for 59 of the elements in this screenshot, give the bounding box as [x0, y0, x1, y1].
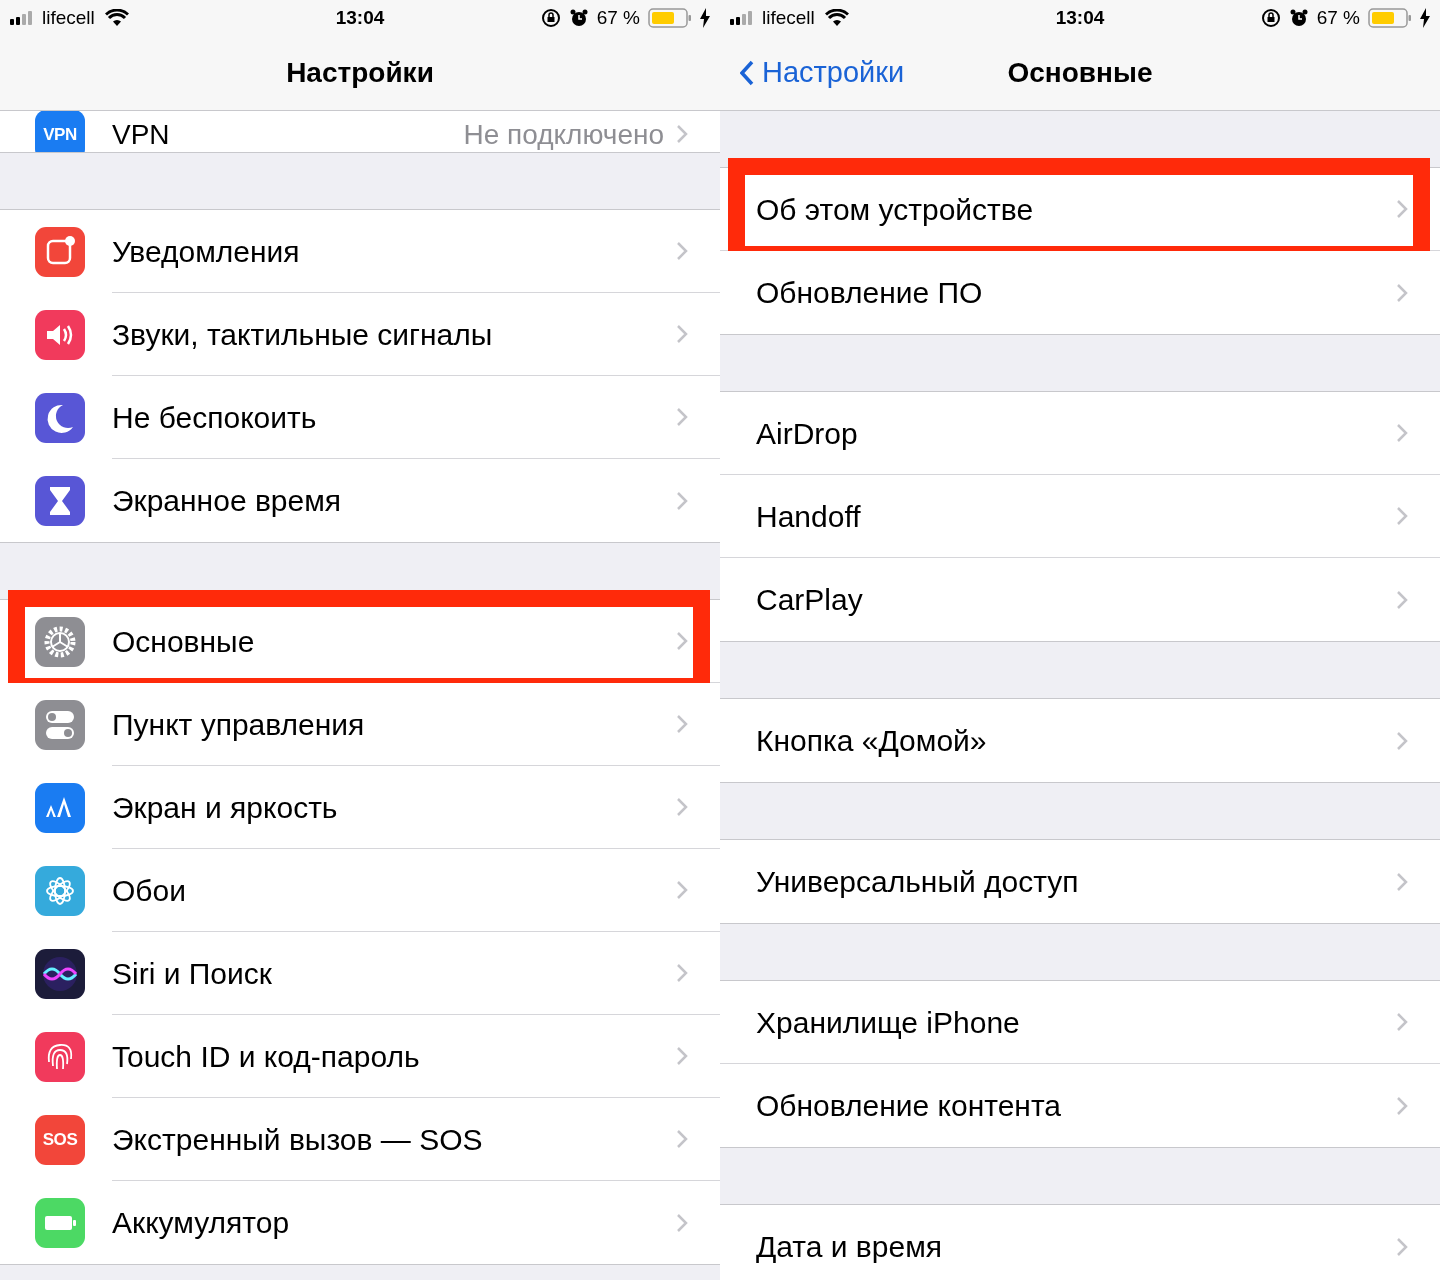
battery-icon	[1368, 8, 1412, 28]
hourglass-icon	[35, 475, 85, 526]
gear-icon	[35, 616, 85, 667]
rotation-lock-icon	[1260, 8, 1281, 28]
chevron-icon	[1396, 871, 1408, 892]
charging-icon	[1420, 8, 1430, 28]
screen-title: Основные	[1007, 56, 1153, 90]
moon-icon	[35, 392, 85, 443]
chevron-icon	[1396, 1236, 1408, 1257]
sos-icon: SOS	[35, 1114, 85, 1165]
battery-percent: 67 %	[1316, 5, 1360, 30]
chevron-icon	[676, 1129, 688, 1149]
chevron-icon	[676, 490, 688, 511]
carrier-name: lifecell	[42, 5, 95, 30]
chevron-icon	[676, 631, 688, 651]
chevron-icon	[676, 407, 688, 427]
chevron-icon	[1396, 1095, 1408, 1116]
flower-icon	[35, 865, 85, 916]
chevron-icon	[676, 1046, 688, 1066]
alarm-icon	[568, 8, 589, 28]
chevron-icon	[676, 963, 688, 983]
chevron-icon	[676, 124, 688, 144]
back-button[interactable]: Настройки	[740, 36, 905, 110]
rotation-lock-icon	[540, 8, 561, 28]
chevron-icon	[676, 797, 688, 817]
screen-title: Настройки	[286, 56, 434, 90]
chevron-icon	[676, 324, 688, 344]
chevron-icon	[1396, 423, 1408, 443]
charging-icon	[700, 8, 710, 28]
settings-item[interactable]: VPN	[112, 118, 464, 152]
wifi-icon	[104, 9, 129, 27]
battery-icon	[648, 8, 692, 28]
settings-item[interactable]: Экстренный вызов — SOS	[112, 1116, 676, 1162]
back-chevron-icon	[740, 60, 754, 86]
status-time: 13:04	[335, 5, 385, 30]
chevron-icon	[1396, 282, 1408, 303]
chevron-icon	[1396, 1012, 1408, 1032]
chevron-icon	[1396, 199, 1408, 219]
display-icon	[35, 782, 85, 833]
status-time: 13:04	[1055, 5, 1105, 30]
chevron-icon	[676, 880, 688, 900]
battery-percent: 67 %	[596, 5, 640, 30]
chevron-icon	[676, 1212, 688, 1233]
wifi-icon	[824, 9, 849, 27]
chevron-icon	[676, 241, 688, 261]
sounds-icon	[35, 309, 85, 360]
vpn-icon: VPN	[35, 111, 85, 152]
alarm-icon	[1288, 8, 1309, 28]
chevron-icon	[1396, 730, 1408, 751]
carrier-name: lifecell	[762, 5, 815, 30]
status-value: Не подключено	[463, 118, 665, 152]
chevron-icon	[676, 714, 688, 734]
chevron-icon	[1396, 506, 1408, 526]
chevron-icon	[1396, 589, 1408, 610]
battery-icon	[35, 1197, 85, 1248]
fingerprint-icon	[35, 1031, 85, 1082]
toggles-icon	[35, 699, 85, 750]
notifications-icon	[35, 226, 85, 277]
siri-icon	[35, 948, 85, 999]
